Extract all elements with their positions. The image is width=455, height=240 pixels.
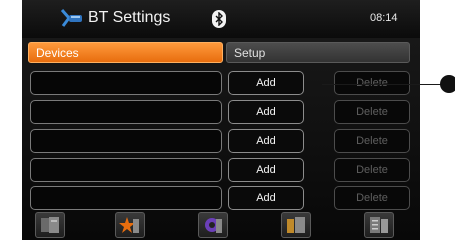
add-button[interactable]: Add	[228, 129, 304, 153]
page-title: BT Settings	[88, 9, 171, 26]
settings-button[interactable]	[198, 212, 228, 238]
device-slot[interactable]	[30, 100, 222, 124]
settings-gear-icon	[205, 218, 222, 233]
delete-button[interactable]: Delete	[334, 158, 410, 182]
call-list-icon	[287, 217, 305, 233]
header-bar: BT Settings 08:14	[22, 0, 420, 38]
messages-icon	[370, 217, 388, 233]
add-button[interactable]: Add	[228, 71, 304, 95]
device-row: Add Delete	[22, 158, 420, 182]
tab-devices[interactable]: Devices	[28, 42, 223, 63]
messages-button[interactable]	[364, 212, 394, 238]
device-row: Add Delete	[22, 71, 420, 95]
favorites-star-icon	[119, 217, 139, 233]
bluetooth-phone-icon	[60, 9, 82, 27]
device-slot[interactable]	[30, 158, 222, 182]
device-slot[interactable]	[30, 129, 222, 153]
add-button[interactable]: Add	[228, 158, 304, 182]
device-row: Add Delete	[22, 100, 420, 124]
add-button[interactable]: Add	[228, 186, 304, 210]
phonebook-icon	[41, 217, 59, 233]
clock: 08:14	[370, 12, 398, 24]
device-row: Add Delete	[22, 129, 420, 153]
delete-button[interactable]: Delete	[334, 186, 410, 210]
delete-button[interactable]: Delete	[334, 71, 410, 95]
callout-marker	[440, 75, 455, 93]
delete-button[interactable]: Delete	[334, 100, 410, 124]
phonebook-button[interactable]	[35, 212, 65, 238]
device-slot[interactable]	[30, 71, 222, 95]
add-button[interactable]: Add	[228, 100, 304, 124]
bluetooth-icon	[212, 10, 226, 28]
device-row: Add Delete	[22, 186, 420, 210]
delete-button[interactable]: Delete	[334, 129, 410, 153]
call-list-button[interactable]	[281, 212, 311, 238]
favorites-button[interactable]	[115, 212, 145, 238]
callout-line	[322, 84, 446, 85]
device-slot[interactable]	[30, 186, 222, 210]
tab-setup[interactable]: Setup	[226, 42, 410, 63]
bt-settings-screen: BT Settings 08:14 Devices Setup Add Dele…	[22, 0, 420, 240]
